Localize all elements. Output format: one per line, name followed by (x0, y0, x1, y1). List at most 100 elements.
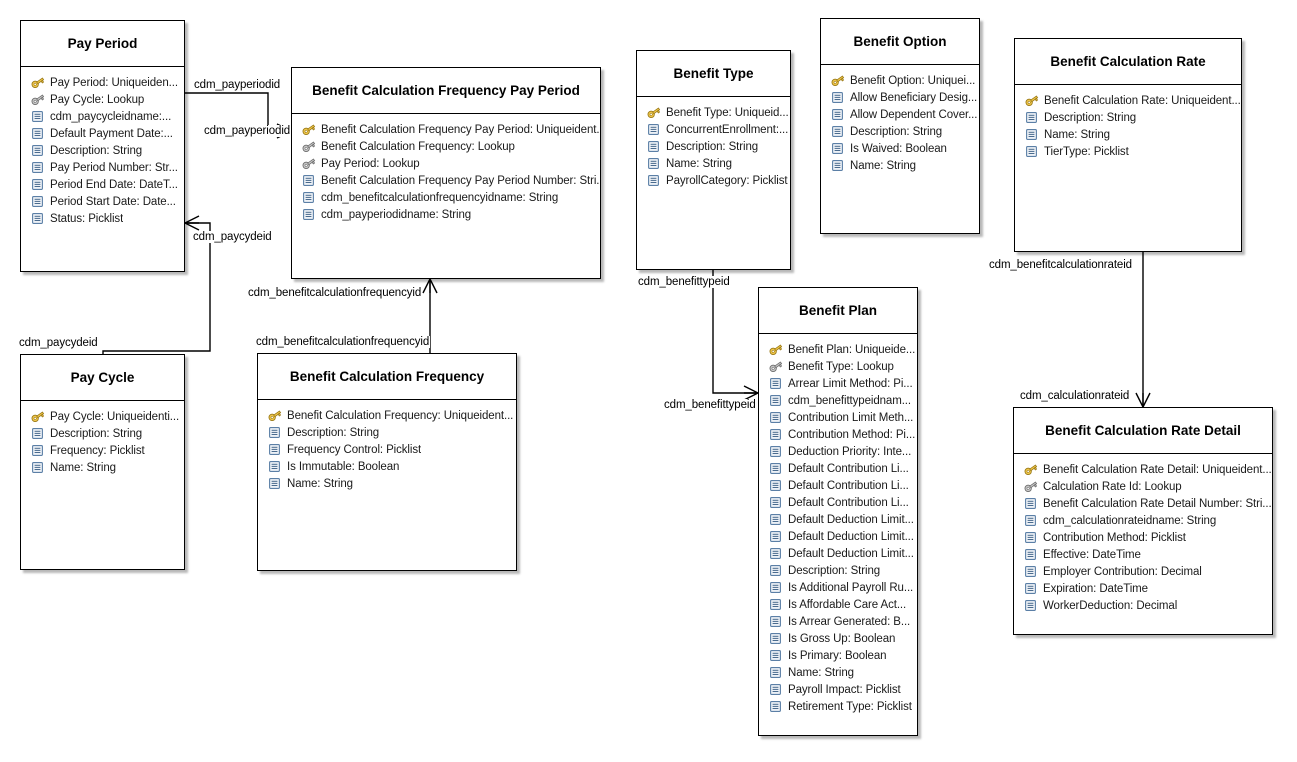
attribute-row[interactable]: Is Gross Up: Boolean (759, 630, 917, 647)
entity-pay-period[interactable]: Pay Period Pay Period: Uniqueiden... Pay C… (20, 20, 185, 272)
entity-title: Benefit Calculation Rate (1050, 53, 1206, 69)
attribute-row[interactable]: Default Deduction Limit... (759, 528, 917, 545)
attribute-row[interactable]: Default Contribution Li... (759, 494, 917, 511)
attribute-row[interactable]: Description: String (21, 425, 184, 442)
attribute-icon (768, 496, 783, 510)
attribute-row[interactable]: Name: String (1015, 126, 1241, 143)
entity-attribute-list: Benefit Calculation Rate Detail: Uniquei… (1014, 454, 1272, 618)
attribute-row[interactable]: Is Arrear Generated: B... (759, 613, 917, 630)
attribute-row[interactable]: Allow Dependent Cover... (821, 106, 979, 123)
attribute-row[interactable]: Default Payment Date:... (21, 125, 184, 142)
attribute-row[interactable]: Benefit Type: Uniqueid... (637, 104, 790, 121)
attribute-row[interactable]: Expiration: DateTime (1014, 580, 1272, 597)
entity-benefit-calculation-rate-detail[interactable]: Benefit Calculation Rate Detail Benefit C… (1013, 407, 1273, 635)
attribute-row[interactable]: Default Deduction Limit... (759, 511, 917, 528)
attribute-row[interactable]: Pay Cycle: Lookup (21, 91, 184, 108)
attribute-row[interactable]: Benefit Type: Lookup (759, 358, 917, 375)
attribute-icon (768, 513, 783, 527)
attribute-row[interactable]: Default Deduction Limit... (759, 545, 917, 562)
entity-title: Benefit Calculation Frequency (289, 368, 485, 384)
attribute-row[interactable]: Deduction Priority: Inte... (759, 443, 917, 460)
attribute-row[interactable]: Retirement Type: Picklist (759, 698, 917, 715)
attribute-row[interactable]: Contribution Method: Picklist (1014, 529, 1272, 546)
attribute-row[interactable]: Benefit Calculation Frequency Pay Period… (292, 172, 600, 189)
attribute-icon (267, 443, 282, 457)
attribute-icon (830, 125, 845, 139)
attribute-row[interactable]: Status: Picklist (21, 210, 184, 227)
attribute-row[interactable]: cdm_calculationrateidname: String (1014, 512, 1272, 529)
attribute-row[interactable]: Is Immutable: Boolean (258, 458, 516, 475)
attribute-row[interactable]: Is Primary: Boolean (759, 647, 917, 664)
attribute-row[interactable]: Frequency Control: Picklist (258, 441, 516, 458)
attribute-icon (301, 191, 316, 205)
attribute-row[interactable]: Name: String (258, 475, 516, 492)
attribute-row[interactable]: Name: String (21, 459, 184, 476)
attribute-row[interactable]: WorkerDeduction: Decimal (1014, 597, 1272, 614)
attribute-row[interactable]: Description: String (258, 424, 516, 441)
attribute-label: Default Contribution Li... (788, 462, 909, 475)
attribute-row[interactable]: Employer Contribution: Decimal (1014, 563, 1272, 580)
attribute-row[interactable]: Contribution Method: Pi... (759, 426, 917, 443)
attribute-row[interactable]: Frequency: Picklist (21, 442, 184, 459)
attribute-row[interactable]: Pay Period Number: Str... (21, 159, 184, 176)
attribute-row[interactable]: Description: String (637, 138, 790, 155)
attribute-row[interactable]: Calculation Rate Id: Lookup (1014, 478, 1272, 495)
attribute-label: Benefit Calculation Frequency Pay Period… (321, 123, 600, 136)
attribute-row[interactable]: Default Contribution Li... (759, 460, 917, 477)
attribute-row[interactable]: Description: String (21, 142, 184, 159)
attribute-row[interactable]: Benefit Calculation Frequency: Uniqueide… (258, 407, 516, 424)
attribute-row[interactable]: Is Waived: Boolean (821, 140, 979, 157)
attribute-row[interactable]: Pay Period: Lookup (292, 155, 600, 172)
entity-benefit-calculation-rate[interactable]: Benefit Calculation Rate Benefit Calculat… (1014, 38, 1242, 252)
attribute-row[interactable]: Name: String (821, 157, 979, 174)
attribute-row[interactable]: Period Start Date: Date... (21, 193, 184, 210)
attribute-row[interactable]: PayrollCategory: Picklist (637, 172, 790, 189)
attribute-row[interactable]: Default Contribution Li... (759, 477, 917, 494)
attribute-row[interactable]: Pay Period: Uniqueiden... (21, 74, 184, 91)
attribute-row[interactable]: ConcurrentEnrollment:... (637, 121, 790, 138)
attribute-icon (30, 178, 45, 192)
attribute-row[interactable]: Benefit Calculation Frequency: Lookup (292, 138, 600, 155)
entity-benefit-type[interactable]: Benefit Type Benefit Type: Uniqueid... Con… (636, 50, 791, 270)
attribute-row[interactable]: Name: String (759, 664, 917, 681)
primary-key-icon (1024, 94, 1039, 108)
entity-pay-cycle[interactable]: Pay Cycle Pay Cycle: Uniqueidenti... Descr… (20, 354, 185, 570)
attribute-icon (768, 700, 783, 714)
attribute-label: TierType: Picklist (1044, 145, 1129, 158)
entity-header: Benefit Calculation Rate Detail (1014, 408, 1272, 454)
attribute-row[interactable]: Is Affordable Care Act... (759, 596, 917, 613)
entity-benefit-calculation-frequency-pay-period[interactable]: Benefit Calculation Frequency Pay Period… (291, 67, 601, 279)
attribute-label: cdm_payperiodidname: String (321, 208, 472, 221)
attribute-row[interactable]: Allow Beneficiary Desig... (821, 89, 979, 106)
attribute-row[interactable]: Description: String (1015, 109, 1241, 126)
attribute-row[interactable]: Description: String (759, 562, 917, 579)
attribute-row[interactable]: Benefit Calculation Rate Detail Number: … (1014, 495, 1272, 512)
attribute-row[interactable]: Benefit Calculation Rate Detail: Uniquei… (1014, 461, 1272, 478)
attribute-icon (267, 477, 282, 491)
entity-attribute-list: Benefit Type: Uniqueid... ConcurrentEnrol… (637, 97, 790, 193)
attribute-row[interactable]: Benefit Plan: Uniqueide... (759, 341, 917, 358)
attribute-row[interactable]: Contribution Limit Meth... (759, 409, 917, 426)
attribute-row[interactable]: Benefit Calculation Rate: Uniqueident... (1015, 92, 1241, 109)
attribute-row[interactable]: cdm_paycycleidname:... (21, 108, 184, 125)
attribute-row[interactable]: cdm_benefittypeidnam... (759, 392, 917, 409)
attribute-label: Name: String (287, 477, 353, 490)
entity-benefit-calculation-frequency[interactable]: Benefit Calculation Frequency Benefit Cal… (257, 353, 517, 571)
attribute-row[interactable]: Is Additional Payroll Ru... (759, 579, 917, 596)
attribute-icon (768, 581, 783, 595)
entity-benefit-option[interactable]: Benefit Option Benefit Option: Uniquei...… (820, 18, 980, 234)
attribute-row[interactable]: Name: String (637, 155, 790, 172)
attribute-label: Name: String (666, 157, 732, 170)
attribute-row[interactable]: Payroll Impact: Picklist (759, 681, 917, 698)
attribute-row[interactable]: Benefit Calculation Frequency Pay Period… (292, 121, 600, 138)
attribute-row[interactable]: Effective: DateTime (1014, 546, 1272, 563)
attribute-row[interactable]: TierType: Picklist (1015, 143, 1241, 160)
attribute-row[interactable]: cdm_payperiodidname: String (292, 206, 600, 223)
attribute-row[interactable]: Arrear Limit Method: Pi... (759, 375, 917, 392)
attribute-row[interactable]: Pay Cycle: Uniqueidenti... (21, 408, 184, 425)
attribute-row[interactable]: Period End Date: DateT... (21, 176, 184, 193)
attribute-row[interactable]: Benefit Option: Uniquei... (821, 72, 979, 89)
entity-benefit-plan[interactable]: Benefit Plan Benefit Plan: Uniqueide... Be… (758, 287, 918, 736)
attribute-row[interactable]: cdm_benefitcalculationfrequencyidname: S… (292, 189, 600, 206)
attribute-row[interactable]: Description: String (821, 123, 979, 140)
